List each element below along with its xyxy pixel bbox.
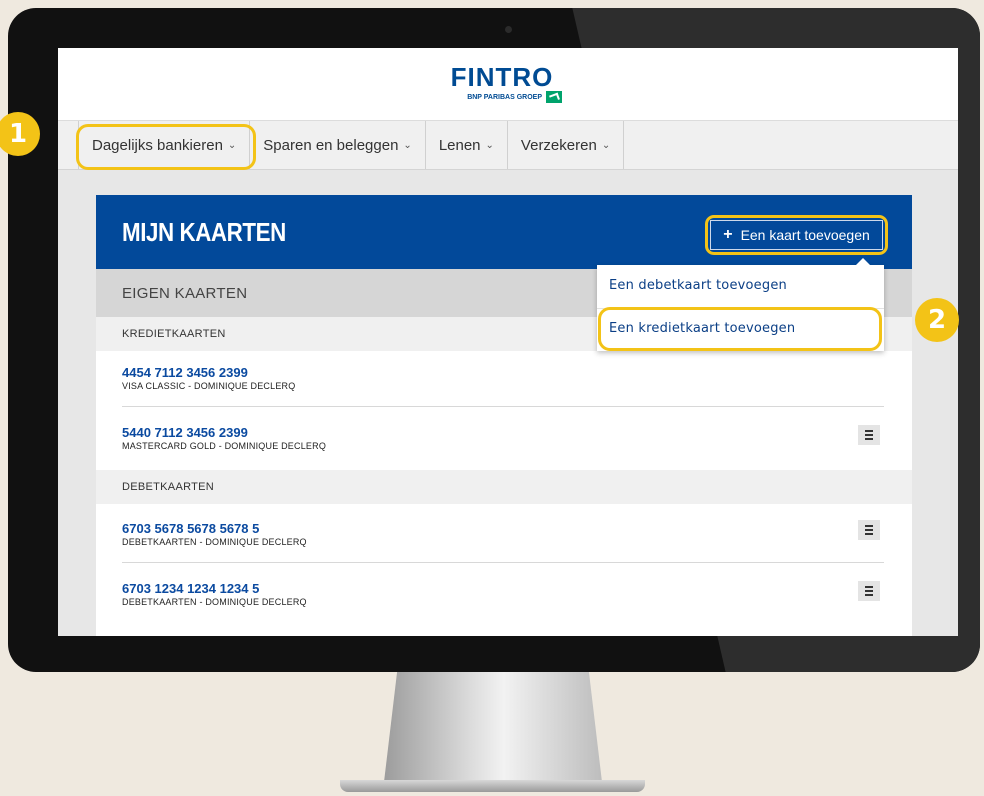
webcam-dot (505, 26, 512, 33)
nav-item-label: Dagelijks bankieren (92, 136, 223, 154)
chevron-down-icon: ⌄ (227, 139, 237, 151)
monitor-screen: FINTRO BNP PARIBAS GROEP Dagelijks banki… (58, 48, 958, 636)
card-number: 6703 5678 5678 5678 5 (122, 521, 260, 536)
row-menu-icon[interactable] (858, 520, 880, 540)
subhead-label: DEBETKAARTEN (122, 481, 215, 493)
card-row[interactable]: 4454 7112 3456 2399 VISA CLASSIC - DOMIN… (122, 351, 884, 407)
monitor-stand (384, 672, 602, 782)
add-card-dropdown: Een debetkaart toevoegen Een kredietkaar… (597, 258, 884, 351)
nav-item-sparen-en-beleggen[interactable]: Sparen en beleggen ⌄ (250, 121, 426, 169)
row-menu-icon[interactable] (858, 581, 880, 601)
card-holder: DEBETKAARTEN - DOMINIQUE DECLERQ (122, 597, 307, 607)
card-holder: DEBETKAARTEN - DOMINIQUE DECLERQ (122, 537, 307, 547)
menu-item-add-debit-card[interactable]: Een debetkaart toevoegen (609, 278, 787, 293)
add-card-button[interactable]: + Een kaart toevoegen (710, 220, 883, 250)
chevron-down-icon: ⌄ (601, 139, 611, 151)
site-header: FINTRO BNP PARIBAS GROEP (58, 48, 958, 120)
logo-group-label: BNP PARIBAS GROEP (467, 93, 542, 101)
card-row[interactable]: 6703 5678 5678 5678 5 DEBETKAARTEN - DOM… (122, 507, 884, 563)
chevron-down-icon: ⌄ (485, 139, 494, 151)
my-cards-panel: MIJN KAARTEN + Een kaart toevoegen EIGEN… (96, 195, 912, 636)
card-number: 4454 7112 3456 2399 (122, 365, 248, 380)
nav-item-label: Sparen en beleggen (263, 136, 399, 154)
monitor-bezel: FINTRO BNP PARIBAS GROEP Dagelijks banki… (8, 8, 980, 672)
card-row[interactable]: 6703 1234 1234 1234 5 DEBETKAARTEN - DOM… (122, 567, 884, 623)
section-title: EIGEN KAARTEN (122, 285, 248, 302)
card-number: 5440 7112 3456 2399 (122, 425, 248, 440)
row-menu-icon[interactable] (858, 425, 880, 445)
nav-item-dagelijks-bankieren[interactable]: Dagelijks bankieren ⌄ (78, 121, 251, 169)
nav-item-label: Lenen (438, 136, 481, 154)
subhead-debit-cards: DEBETKAARTEN (96, 470, 912, 504)
logo-wordmark: FINTRO (450, 62, 554, 92)
nav-item-verzekeren[interactable]: Verzekeren ⌄ (508, 121, 625, 169)
bnp-star-icon (546, 91, 562, 103)
add-card-label: Een kaart toevoegen (740, 227, 870, 243)
plus-icon: + (723, 226, 733, 243)
menu-item-add-credit-card[interactable]: Een kredietkaart toevoegen (609, 321, 795, 336)
card-holder: VISA CLASSIC - DOMINIQUE DECLERQ (122, 381, 296, 391)
page-title: MIJN KAARTEN (122, 217, 286, 247)
divider (597, 308, 884, 309)
nav-item-lenen[interactable]: Lenen ⌄ (426, 121, 508, 169)
main-nav: Dagelijks bankieren ⌄ Sparen en beleggen… (58, 120, 958, 170)
step-badge-2: 2 (915, 298, 959, 342)
nav-item-label: Verzekeren (520, 136, 597, 154)
chevron-down-icon: ⌄ (403, 139, 412, 151)
fintro-logo[interactable]: FINTRO BNP PARIBAS GROEP (442, 64, 562, 103)
monitor-stand-base (340, 780, 645, 792)
card-holder: MASTERCARD GOLD - DOMINIQUE DECLERQ (122, 441, 327, 451)
card-row[interactable]: 5440 7112 3456 2399 MASTERCARD GOLD - DO… (122, 411, 884, 467)
panel-header: MIJN KAARTEN + Een kaart toevoegen (96, 195, 912, 269)
subhead-label: KREDIETKAARTEN (122, 328, 226, 340)
card-number: 6703 1234 1234 1234 5 (122, 581, 260, 596)
